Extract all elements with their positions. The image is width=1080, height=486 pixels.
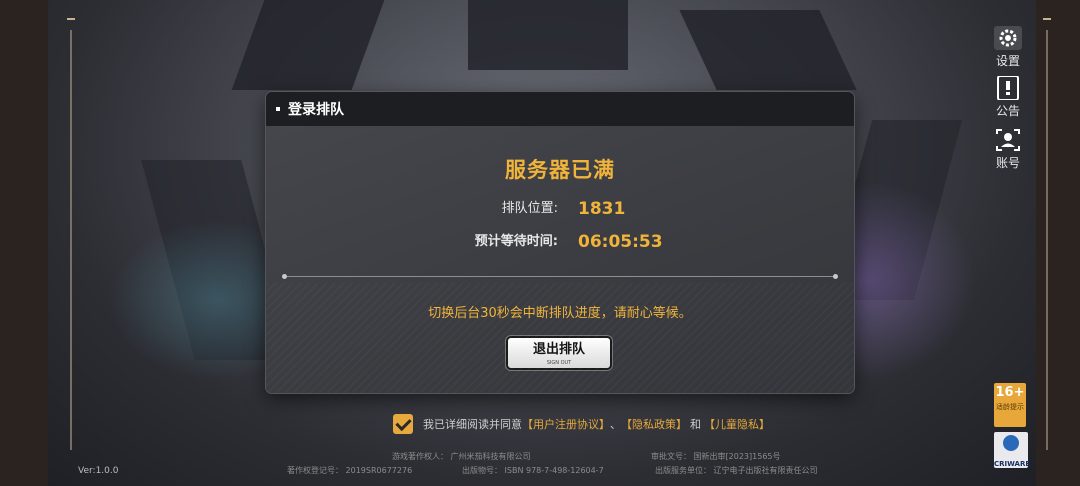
child-privacy-link[interactable]: 【儿童隐私】 [704,416,770,432]
age-rating-label: 适龄提示 [996,403,1024,411]
account-icon [996,129,1020,151]
exit-queue-button[interactable]: 退出排队 SIGN OUT [508,338,610,368]
wait-time-label: 预计等待时间: [474,234,558,249]
agreement-separator: 、 [610,418,621,431]
age-rating-badge[interactable]: 16+ 适龄提示 [994,383,1026,427]
account-button[interactable]: 账号 [990,128,1026,171]
publisher: 出版服务单位： 辽宁电子出版社有限责任公司 [655,466,818,475]
user-agreement-link[interactable]: 【用户注册协议】 [522,416,610,432]
dialog-title: 登录排队 [288,102,344,118]
version-label: Ver:1.0.0 [78,466,119,476]
queue-position-value: 1831 [578,199,626,219]
account-label: 账号 [995,156,1020,170]
copyright-holder: 游戏著作权人： 广州米茄科技有限公司 [392,452,531,461]
dialog-body: 服务器已满 排队位置: 1831 预计等待时间: 06:05:53 切换后台30… [266,126,854,393]
approval-number: 审批文号： 国新出审[2023]1565号 [651,452,781,461]
divider [282,274,838,279]
header-bullet-icon [276,107,280,111]
agreement-checkbox[interactable] [393,414,413,434]
agreement-text: 我已详细阅读并同意 [423,418,522,431]
criware-label: CRIWARE [994,460,1031,468]
notice-icon [997,76,1019,100]
settings-button[interactable]: 设置 [990,26,1026,69]
agreement-row: 我已详细阅读并同意 【用户注册协议】 、 【隐私政策】 和 【儿童隐私】 [393,412,770,436]
criware-logo-icon [1003,435,1019,451]
login-queue-dialog: 登录排队 服务器已满 排队位置: 1831 预计等待时间: 06:05:53 切… [266,92,854,393]
wait-time-row: 预计等待时间: 06:05:53 [266,230,854,254]
dialog-header: 登录排队 [266,92,854,126]
exit-queue-label: 退出排队 [532,342,585,357]
queue-position-row: 排队位置: 1831 [266,197,854,221]
gear-icon [994,26,1022,50]
frame-tick [1043,18,1051,20]
frame-left-line [70,30,72,450]
registration-number: 著作权登记号： 2019SR0677276 [287,466,413,475]
notice-label: 公告 [995,104,1020,118]
server-full-heading: 服务器已满 [505,158,615,182]
privacy-policy-link[interactable]: 【隐私政策】 [621,416,687,432]
notice-button[interactable]: 公告 [990,76,1026,119]
frame-right-line [1046,30,1048,450]
age-rating-number: 16+ [995,385,1025,400]
criware-logo: CRIWARE [994,432,1031,468]
queue-position-label: 排队位置: [501,201,558,216]
exit-queue-sublabel: SIGN OUT [546,360,572,366]
wait-time-value: 06:05:53 [578,232,663,252]
publication-number: 出版物号： ISBN 978-7-498-12604-7 [462,466,604,475]
background-warning-text: 切换后台30秒会中断排队进度，请耐心等候。 [428,306,692,321]
settings-label: 设置 [995,54,1020,68]
frame-tick [67,18,75,20]
agreement-and: 和 [690,418,701,431]
